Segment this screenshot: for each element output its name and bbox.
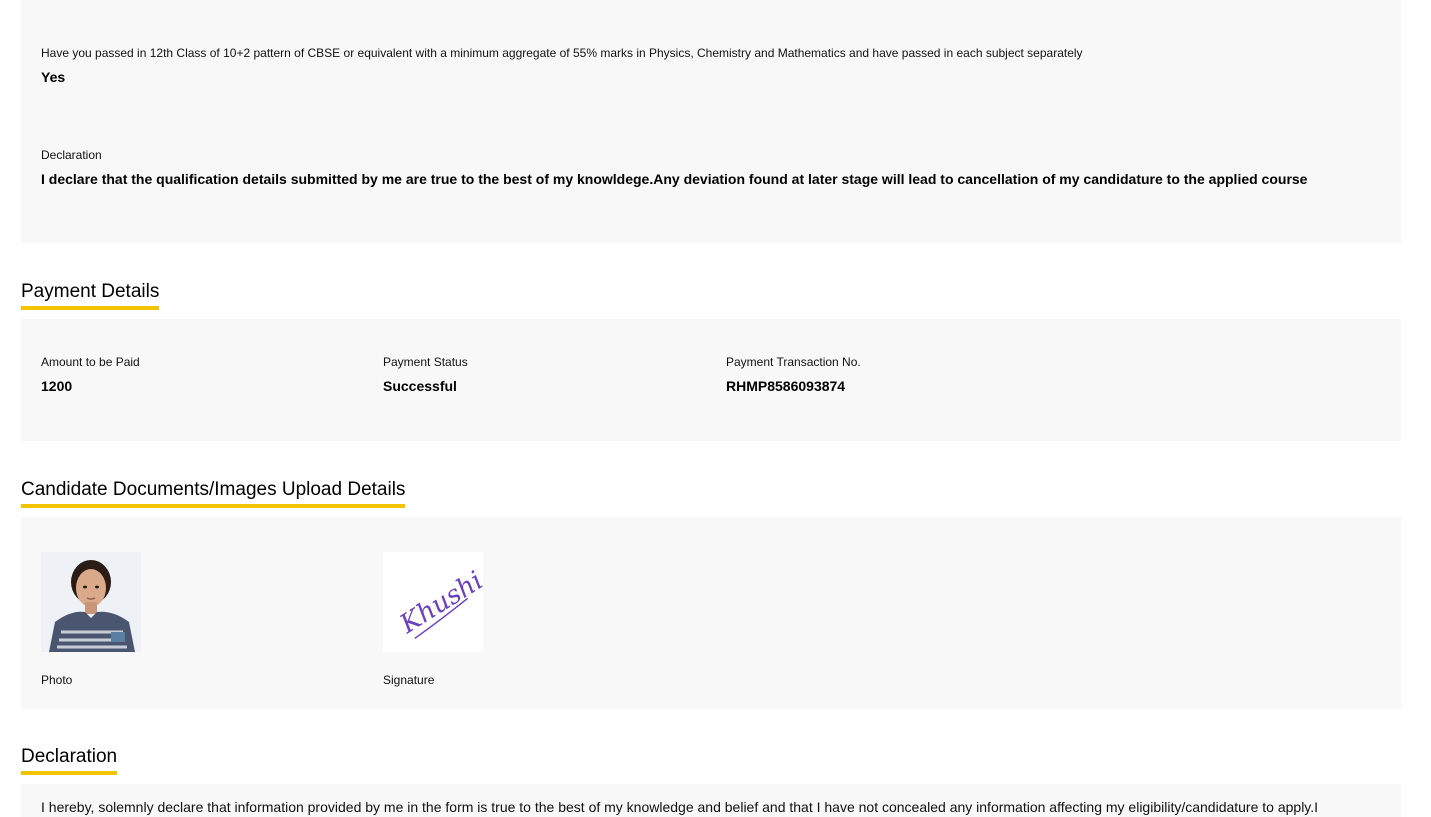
payment-details-heading: Payment Details	[21, 281, 160, 310]
transaction-value: RHMP8586093874	[726, 378, 846, 394]
documents-heading: Candidate Documents/Images Upload Detail…	[21, 479, 406, 508]
candidate-signature: Khushi	[383, 552, 483, 652]
transaction-label: Payment Transaction No.	[726, 355, 861, 369]
qualification-declaration-label: Declaration	[41, 148, 102, 162]
payment-status-value: Successful	[383, 378, 457, 394]
candidate-photo	[41, 552, 141, 652]
portrait-image-icon	[41, 552, 141, 652]
documents-panel	[21, 517, 1401, 709]
payment-panel	[21, 319, 1401, 441]
amount-label: Amount to be Paid	[41, 355, 140, 369]
payment-status-label: Payment Status	[383, 355, 468, 369]
signature-caption: Signature	[383, 673, 435, 687]
qualification-question-value: Yes	[41, 69, 66, 85]
photo-caption: Photo	[41, 673, 73, 687]
amount-value: 1200	[41, 378, 73, 394]
declaration-text: I hereby, solemnly declare that informat…	[41, 799, 1319, 815]
declaration-heading: Declaration	[21, 746, 118, 775]
signature-image-icon: Khushi	[383, 552, 483, 652]
qualification-question-label: Have you passed in 12th Class of 10+2 pa…	[41, 46, 1083, 60]
qualification-panel	[21, 0, 1401, 243]
qualification-declaration-value: I declare that the qualification details…	[41, 171, 1308, 187]
